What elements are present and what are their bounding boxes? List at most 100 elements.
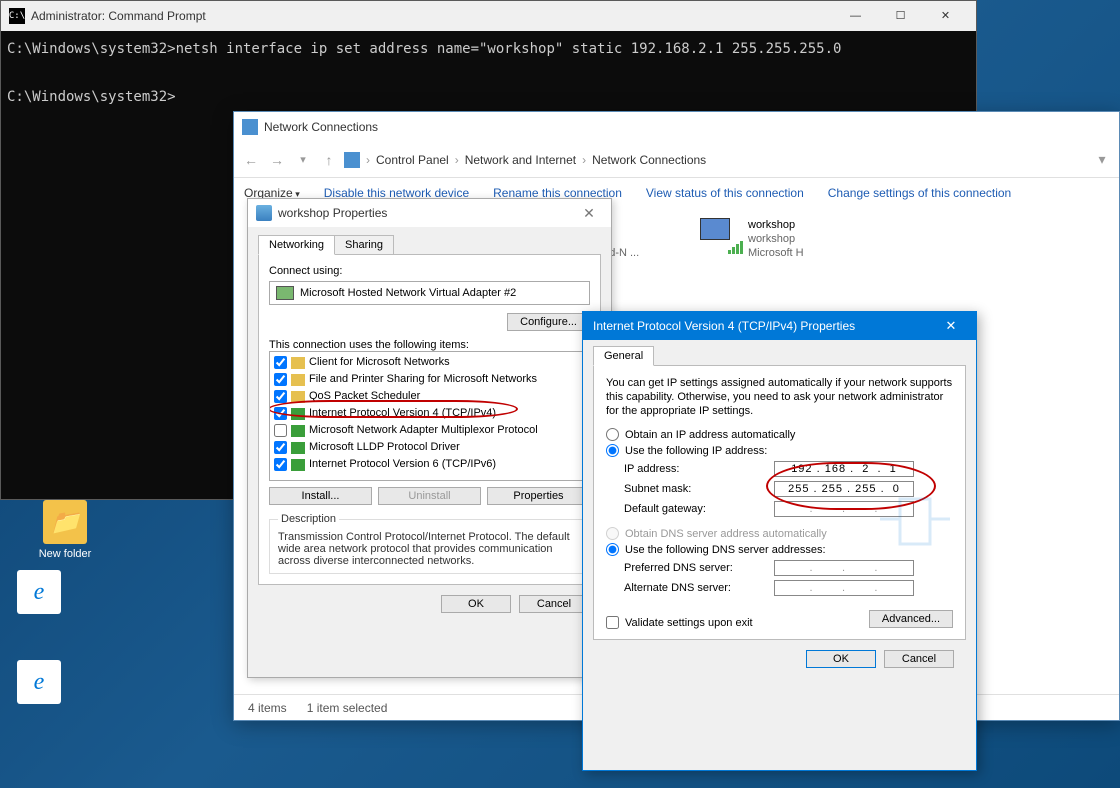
cmd-titlebar[interactable]: C:\ Administrator: Command Prompt — ☐ ✕ [1,1,976,31]
component-icon [291,374,305,386]
dns2-label: Alternate DNS server: [624,582,774,594]
watermark [875,489,955,549]
cancel-button[interactable]: Cancel [884,650,954,668]
nc-title: Network Connections [264,120,1111,134]
gateway-label: Default gateway: [624,503,774,515]
validate-checkbox[interactable] [606,616,619,629]
ip-address-input[interactable] [774,461,914,477]
cmd-title: Administrator: Command Prompt [31,9,833,23]
bc-item[interactable]: Network and Internet [465,153,576,167]
connection-item-selected[interactable]: workshop workshop Microsoft H [700,218,820,260]
list-item[interactable]: File and Printer Sharing for Microsoft N… [272,371,587,388]
nc-nav-bar: ← → ▾ ↑ › Control Panel › Network and In… [234,142,1119,178]
items-list[interactable]: Client for Microsoft Networks File and P… [269,351,590,481]
adapter-name: Microsoft Hosted Network Virtual Adapter… [300,287,516,299]
connection-icon [700,218,740,250]
cmd-line-2: C:\Windows\system32> [7,89,176,105]
desktop-folder[interactable]: 📁 New folder [30,500,100,560]
component-icon [291,459,305,471]
install-button[interactable]: Install... [269,487,372,505]
ipv4-titlebar[interactable]: Internet Protocol Version 4 (TCP/IPv4) P… [583,312,976,340]
forward-button[interactable]: → [266,149,288,171]
history-dropdown[interactable]: ▾ [292,149,314,171]
bc-item[interactable]: Control Panel [376,153,449,167]
component-icon [291,442,305,454]
description-title: Description [278,513,339,525]
conn-detail: Microsoft H [748,246,804,260]
item-checkbox[interactable] [274,441,287,454]
radio-label: Obtain DNS server address automatically [625,528,827,540]
radio-static-ip[interactable] [606,444,619,457]
validate-label: Validate settings upon exit [625,617,753,629]
item-checkbox[interactable] [274,407,287,420]
ok-button[interactable]: OK [806,650,876,668]
list-item[interactable]: Microsoft Network Adapter Multiplexor Pr… [272,422,587,439]
radio-label: Obtain an IP address automatically [625,429,795,441]
list-item-ipv4[interactable]: Internet Protocol Version 4 (TCP/IPv4) [272,405,587,422]
description-box: Description Transmission Control Protoco… [269,513,590,574]
description-text: Transmission Control Protocol/Internet P… [278,531,570,567]
item-checkbox[interactable] [274,390,287,403]
component-icon [291,408,305,420]
bc-item[interactable]: Network Connections [592,153,706,167]
radio-auto-ip[interactable] [606,428,619,441]
desktop-ie-icon-2[interactable]: e [4,660,74,708]
back-button[interactable]: ← [240,149,262,171]
conn-status: workshop [748,232,804,246]
refresh-button[interactable]: ▾ [1091,149,1113,171]
maximize-button[interactable]: ☐ [878,2,923,31]
item-checkbox[interactable] [274,373,287,386]
folder-icon: 📁 [43,500,87,544]
nc-icon [242,119,258,135]
advanced-button[interactable]: Advanced... [869,610,953,628]
connect-using-label: Connect using: [269,265,590,277]
list-item[interactable]: Client for Microsoft Networks [272,354,587,371]
item-checkbox[interactable] [274,356,287,369]
item-checkbox[interactable] [274,424,287,437]
list-item[interactable]: Microsoft LLDP Protocol Driver [272,439,587,456]
preferred-dns-input[interactable] [774,560,914,576]
cancel-button[interactable]: Cancel [519,595,589,613]
ok-button[interactable]: OK [441,595,511,613]
tab-general[interactable]: General [593,346,654,366]
item-checkbox[interactable] [274,458,287,471]
dns1-label: Preferred DNS server: [624,562,774,574]
close-button[interactable]: ✕ [923,2,968,31]
workshop-properties-dialog: workshop Properties ✕ Networking Sharing… [247,198,612,678]
component-icon [291,357,305,369]
radio-static-dns[interactable] [606,543,619,556]
properties-button[interactable]: Properties [487,487,590,505]
list-item[interactable]: Internet Protocol Version 6 (TCP/IPv6) [272,456,587,473]
configure-button[interactable]: Configure... [507,313,590,331]
ie-icon: e [17,660,61,704]
minimize-button[interactable]: — [833,2,878,31]
change-settings-link[interactable]: Change settings of this connection [828,186,1011,200]
alternate-dns-input[interactable] [774,580,914,596]
tab-sharing[interactable]: Sharing [334,235,394,254]
bc-icon [344,152,360,168]
cmd-icon: C:\ [9,8,25,24]
view-status-link[interactable]: View status of this connection [646,186,804,200]
items-label: This connection uses the following items… [269,339,590,351]
close-button[interactable]: ✕ [936,318,966,334]
props-titlebar[interactable]: workshop Properties ✕ [248,199,611,227]
radio-label: Use the following IP address: [625,445,767,457]
uninstall-button: Uninstall [378,487,481,505]
props-title: workshop Properties [278,206,575,220]
close-button[interactable]: ✕ [575,205,603,222]
ip-label: IP address: [624,463,774,475]
validate-checkbox-row[interactable]: Validate settings upon exit [606,616,753,629]
conn-name: workshop [748,218,804,232]
status-selected-count: 1 item selected [307,701,388,715]
list-item[interactable]: QoS Packet Scheduler [272,388,587,405]
nc-titlebar[interactable]: Network Connections [234,112,1119,142]
tab-networking[interactable]: Networking [258,235,335,255]
breadcrumb[interactable]: › Control Panel › Network and Internet ›… [344,152,706,168]
up-button[interactable]: ↑ [318,149,340,171]
desktop-folder-label: New folder [30,548,100,560]
desktop-ie-icon-1[interactable]: e [4,570,74,618]
cmd-line-1: C:\Windows\system32>netsh interface ip s… [7,41,841,57]
adapter-display: Microsoft Hosted Network Virtual Adapter… [269,281,590,305]
props-tabs: Networking Sharing [258,235,601,255]
props-icon [256,205,272,221]
